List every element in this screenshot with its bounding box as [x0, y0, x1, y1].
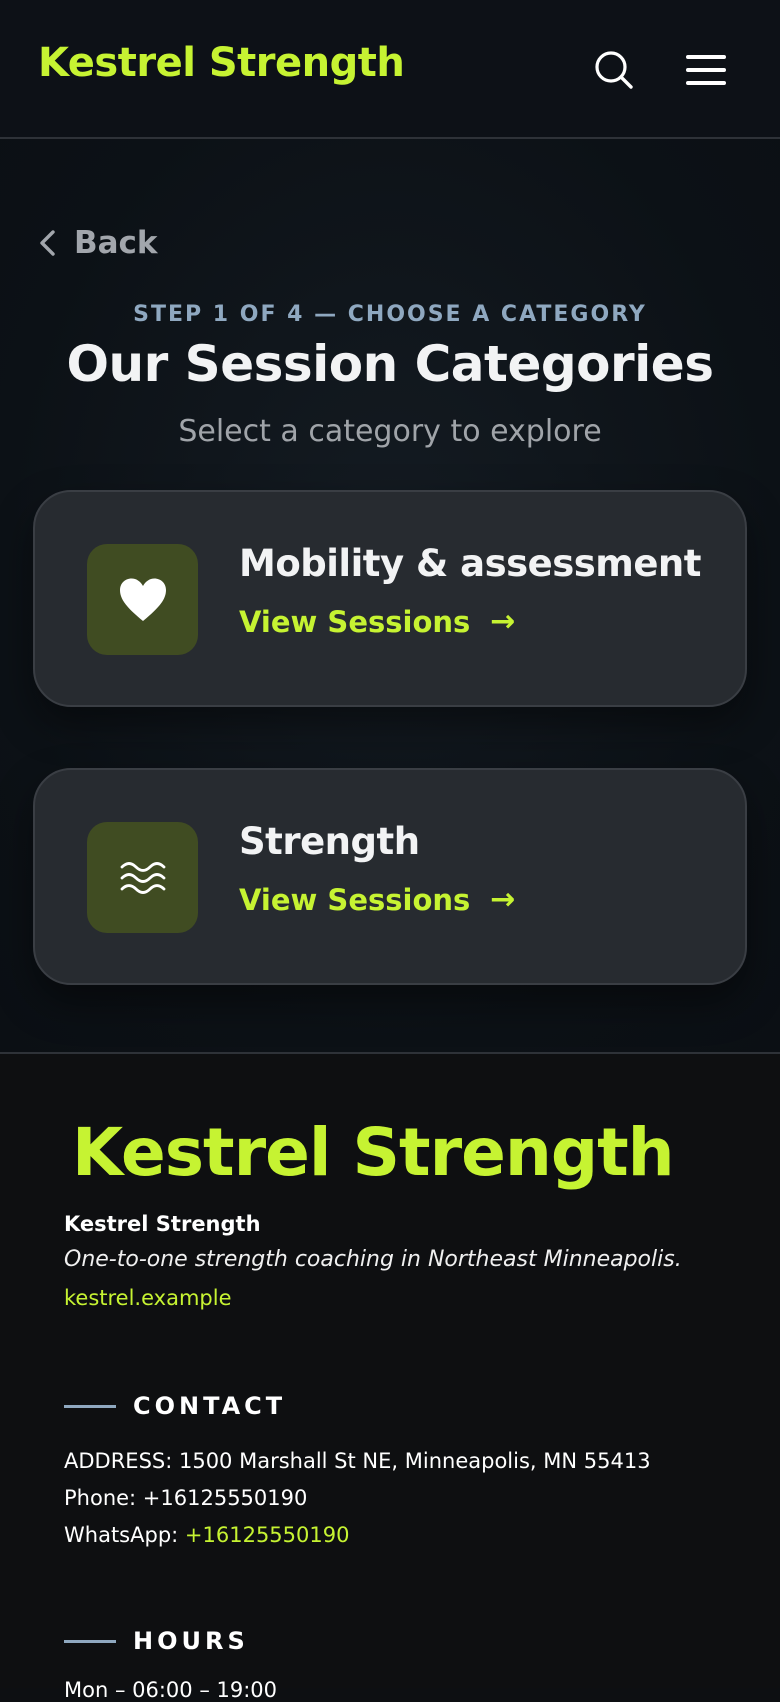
- arrow-right-icon: →: [490, 882, 516, 917]
- menu-button[interactable]: [678, 42, 734, 98]
- category-title: Mobility & assessment: [239, 542, 701, 585]
- heart-icon: [119, 578, 166, 621]
- footer-brand: Kestrel Strength: [72, 1114, 675, 1191]
- section-rule: [64, 1404, 116, 1408]
- whatsapp-label: WhatsApp:: [64, 1523, 185, 1547]
- contact-address: ADDRESS: 1500 Marshall St NE, Minneapoli…: [64, 1449, 651, 1473]
- category-icon-tile: [87, 822, 198, 933]
- top-app-bar: Kestrel Strength: [0, 0, 780, 139]
- back-label: Back: [74, 225, 158, 261]
- back-button[interactable]: Back: [36, 225, 158, 261]
- view-sessions-label: View Sessions: [239, 604, 471, 639]
- contact-heading-label: CONTACT: [133, 1392, 287, 1420]
- hamburger-menu-icon: [686, 55, 726, 85]
- view-sessions-label: View Sessions: [239, 882, 471, 917]
- whatsapp-number-link[interactable]: +16125550190: [185, 1523, 350, 1547]
- hours-row: Mon – 06:00 – 19:00: [64, 1678, 278, 1702]
- contact-whatsapp: WhatsApp: +16125550190: [64, 1523, 349, 1547]
- footer-website-link[interactable]: kestrel.example: [64, 1286, 232, 1310]
- waves-icon: [120, 861, 165, 894]
- page-subtitle: Select a category to explore: [178, 414, 602, 449]
- chevron-left-icon: [40, 230, 55, 256]
- hours-heading-label: HOURS: [133, 1627, 249, 1655]
- footer-tagline: One-to-one strength coaching in Northeas…: [64, 1247, 682, 1272]
- site-footer: Kestrel Strength Kestrel Strength One-to…: [0, 1052, 780, 1702]
- footer-business-name: Kestrel Strength: [64, 1212, 261, 1236]
- search-button[interactable]: [586, 42, 642, 98]
- view-sessions-link[interactable]: View Sessions →: [239, 882, 515, 917]
- main-content: Back STEP 1 OF 4 — CHOOSE A CATEGORY Our…: [0, 139, 780, 1052]
- contact-phone: Phone: +16125550190: [64, 1486, 308, 1510]
- arrow-right-icon: →: [490, 604, 516, 639]
- hours-heading: HOURS: [64, 1627, 249, 1655]
- category-title: Strength: [239, 820, 420, 863]
- search-icon: [595, 51, 633, 89]
- page-title: Our Session Categories: [66, 335, 714, 393]
- section-rule: [64, 1639, 116, 1643]
- category-icon-tile: [87, 544, 198, 655]
- category-card-mobility[interactable]: Mobility & assessment View Sessions →: [33, 490, 747, 707]
- step-indicator: STEP 1 OF 4 — CHOOSE A CATEGORY: [133, 302, 647, 327]
- category-card-strength[interactable]: Strength View Sessions →: [33, 768, 747, 985]
- contact-heading: CONTACT: [64, 1392, 286, 1420]
- brand-logo-text[interactable]: Kestrel Strength: [38, 40, 405, 86]
- view-sessions-link[interactable]: View Sessions →: [239, 604, 515, 639]
